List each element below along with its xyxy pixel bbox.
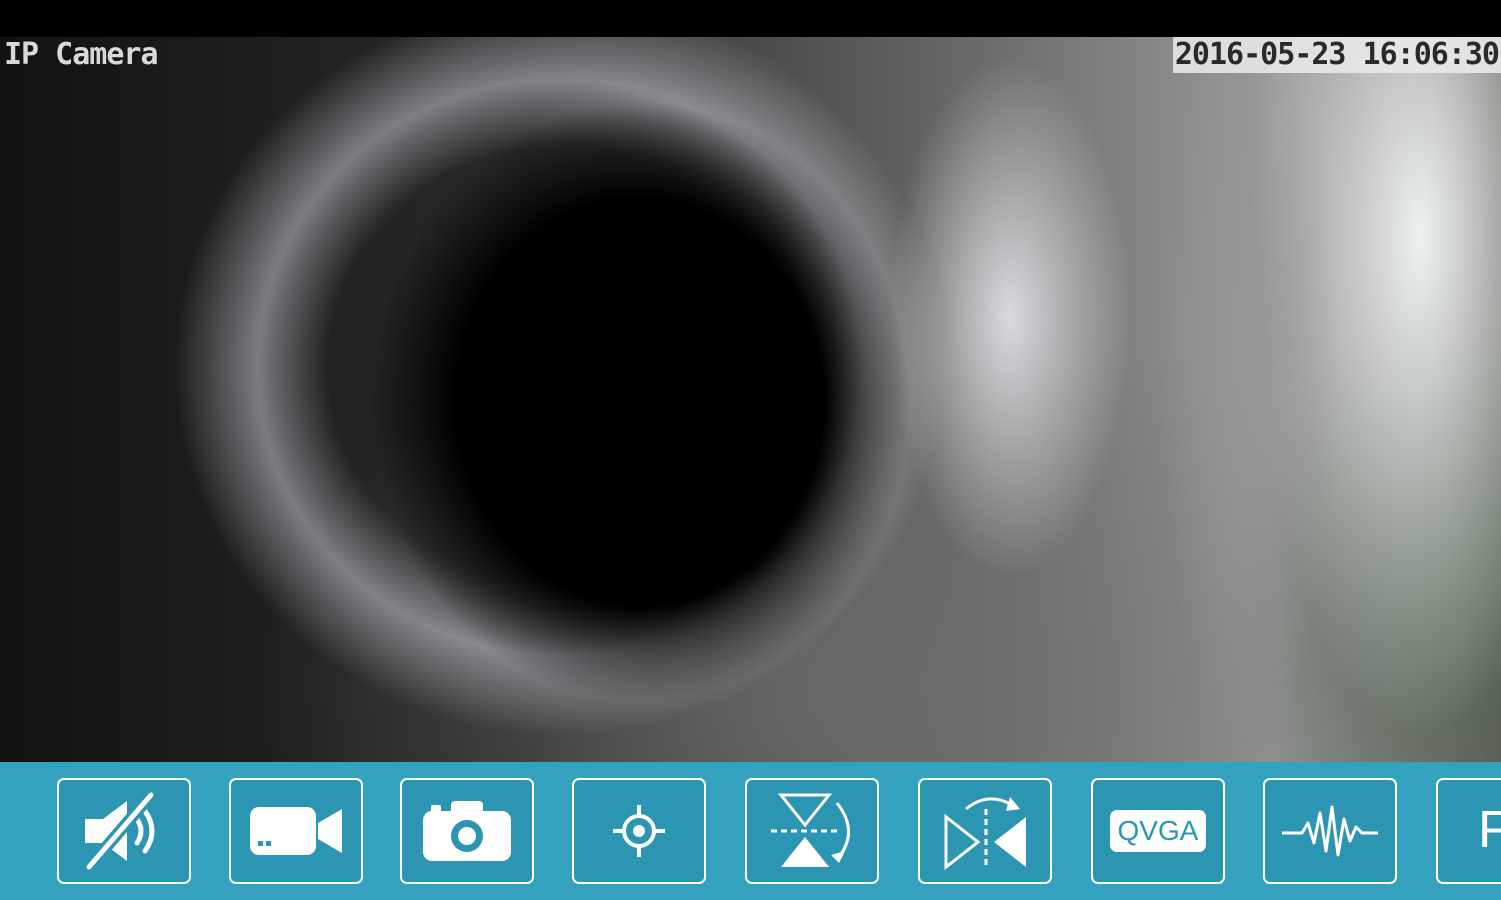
mute-audio-button[interactable] — [57, 778, 191, 884]
mirror-horizontal-icon — [944, 797, 1026, 871]
center-ptz-button[interactable] — [572, 778, 706, 884]
qvga-icon: QVGA — [1109, 810, 1207, 852]
crosshair-icon — [613, 805, 665, 857]
live-video-view[interactable]: IP Camera 2016-05-23 16:06:30 — [0, 37, 1501, 762]
flip-vertical-icon — [771, 793, 850, 867]
snapshot-button[interactable] — [400, 778, 534, 884]
speaker-muted-icon — [84, 791, 156, 871]
more-button[interactable]: F — [1436, 778, 1501, 884]
record-video-button[interactable] — [229, 778, 363, 884]
flip-vertical-button[interactable] — [745, 778, 879, 884]
app-root: IP Camera 2016-05-23 16:06:30 QVGA F — [0, 0, 1501, 900]
mirror-horizontal-button[interactable] — [918, 778, 1052, 884]
more-label: F — [1478, 801, 1501, 859]
status-bar — [0, 0, 1501, 37]
camera-icon — [423, 801, 511, 861]
resolution-button[interactable]: QVGA — [1091, 778, 1225, 884]
motion-detection-button[interactable] — [1263, 778, 1397, 884]
control-toolbar: QVGA F — [0, 762, 1501, 900]
camera-name-overlay: IP Camera — [4, 37, 159, 72]
waveform-icon — [1282, 805, 1378, 857]
timestamp-overlay: 2016-05-23 16:06:30 — [1172, 37, 1501, 73]
video-camera-icon — [250, 807, 342, 855]
